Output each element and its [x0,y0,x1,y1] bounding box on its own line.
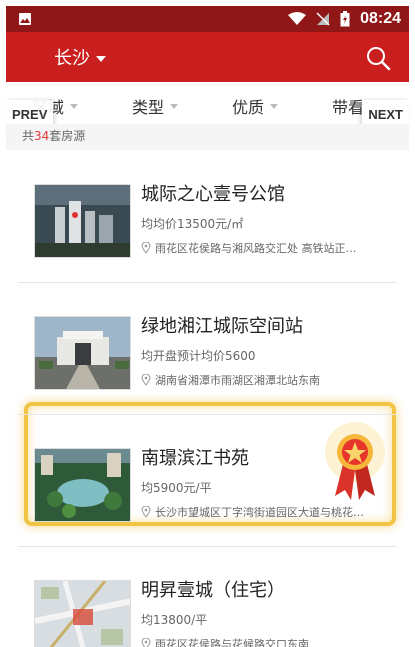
filter-tab-type[interactable]: 类型 [132,94,179,118]
filter-label: 类型 [132,98,165,117]
property-thumbnail [34,448,131,522]
filter-tab-quality[interactable]: 优质 [232,94,279,118]
property-thumbnail [34,316,131,390]
filter-label: 带看 [332,98,365,117]
wifi-icon [288,12,307,25]
image-icon [19,13,31,25]
chevron-down-icon [96,55,106,62]
filter-bar: 区域 类型 优质 带看 [6,82,409,122]
listing-price: 均13800/平 [141,613,208,627]
listing-address: 长沙市望城区丁字湾街道园区大道与桃花… [155,506,364,519]
city-selector[interactable]: 长沙 [54,44,106,70]
no-signal-icon [316,12,330,26]
filter-label: 优质 [232,98,265,117]
listing-count: 共34套房源 [6,124,409,150]
list-item[interactable]: 城际之心壹号公馆 均均价13500元/㎡ 雨花区花侯路与湘风路交汇处 高铁站正… [6,150,409,282]
status-time: 08:24 [360,10,401,27]
listing-address: 雨花区花侯路与花候路交口东南 [155,638,309,647]
caret-down-icon [70,103,79,109]
caret-down-icon [170,103,179,109]
listing-price: 均均价13500元/㎡ [141,217,244,231]
listing-title: 绿地湘江城际空间站 [141,316,303,337]
medal-badge-icon [325,422,385,500]
list-item[interactable]: 绿地湘江城际空间站 均开盘预计均价5600 湖南省湘潭市雨湖区湘潭北站东南 [6,282,409,414]
location-pin-icon [141,242,151,254]
app-bar: 长沙 [6,32,409,82]
listing-address: 湖南省湘潭市雨湖区湘潭北站东南 [155,374,320,387]
search-icon[interactable] [365,45,391,71]
list-item[interactable]: 明昇壹城（住宅） 均13800/平 雨花区花侯路与花候路交口东南 [6,546,409,647]
listing-address: 雨花区花侯路与湘风路交汇处 高铁站正… [155,242,357,255]
listing-price: 均开盘预计均价5600 [141,349,256,363]
list-item-featured[interactable]: 南璟滨江书苑 均5900元/平 长沙市望城区丁字湾街道园区大道与桃花… [6,414,409,546]
property-thumbnail [34,580,131,647]
count-number: 34 [34,129,50,143]
count-prefix: 共 [22,129,35,143]
location-pin-icon [141,638,151,647]
listing-title: 明昇壹城（住宅） [141,580,285,601]
caret-down-icon [270,103,279,109]
listing-title: 城际之心壹号公馆 [141,184,285,205]
city-label: 长沙 [54,48,90,69]
location-pin-icon [141,506,151,518]
count-suffix: 套房源 [49,129,86,143]
battery-charging-icon [340,11,350,27]
status-bar: 08:24 [6,6,409,32]
property-thumbnail [34,184,131,258]
location-pin-icon [141,374,151,386]
